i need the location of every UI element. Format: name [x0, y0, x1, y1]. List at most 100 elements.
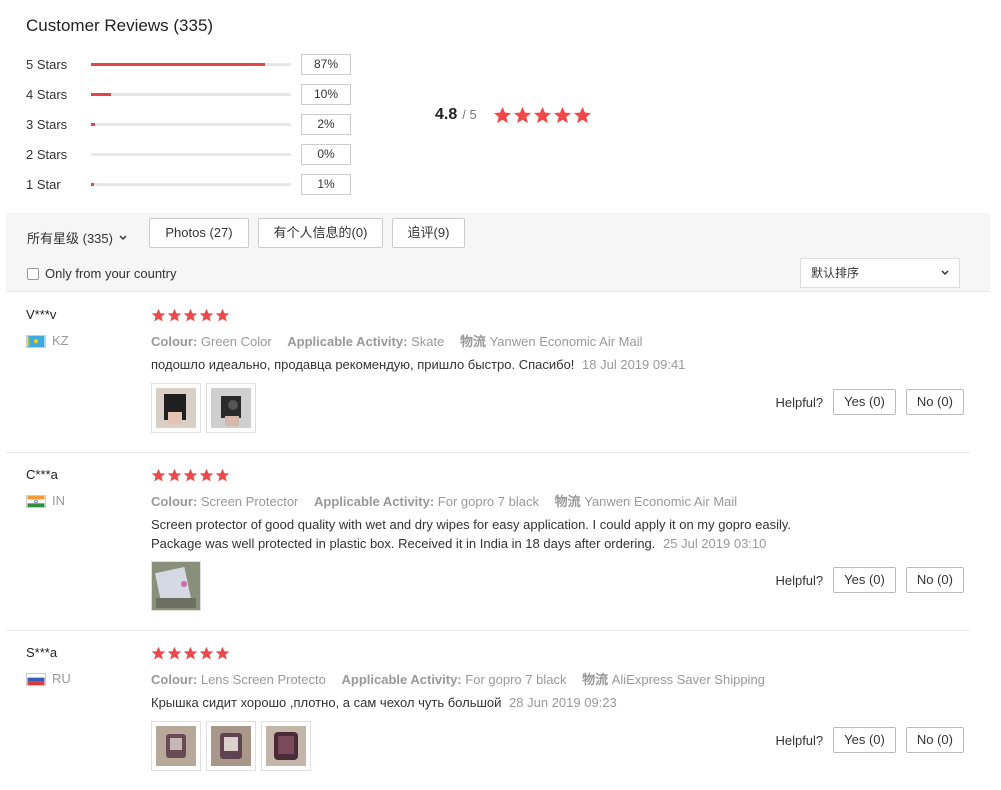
reviewer-country: KZ	[52, 333, 69, 348]
review-body: подошло идеально, продавца рекомендую, п…	[151, 357, 575, 372]
review-photos	[151, 721, 311, 771]
dist-label: 4 Stars	[26, 87, 68, 102]
review-photo[interactable]	[151, 561, 201, 611]
dist-percent: 0%	[301, 144, 351, 165]
colour-value: Screen Protector	[200, 494, 299, 509]
review-item: V***v KZ Colour: Green Color Applicable …	[6, 293, 970, 453]
helpful-controls: Helpful? Yes (0) No (0)	[775, 727, 964, 753]
dist-label: 2 Stars	[26, 147, 68, 162]
dist-row-2[interactable]: 2 Stars 0%	[26, 144, 356, 165]
star-icon	[553, 106, 572, 124]
star-icon	[199, 468, 214, 482]
flag-kz-icon	[26, 335, 46, 348]
country-filter-label: Only from your country	[45, 266, 177, 281]
helpful-yes-button[interactable]: Yes (0)	[833, 567, 896, 593]
activity-label: Applicable Activity:	[314, 494, 435, 509]
rating-filter-label: 所有星级 (335)	[27, 231, 113, 246]
star-icon	[167, 308, 182, 322]
helpful-no-button[interactable]: No (0)	[905, 389, 964, 415]
reviewer-name: S***a	[26, 645, 58, 660]
shipping-label: 物流	[554, 494, 581, 509]
helpful-controls: Helpful? Yes (0) No (0)	[775, 567, 964, 593]
filter-bar: 所有星级 (335) Photos (27) 有个人信息的(0) 追评(9) O…	[6, 213, 990, 292]
star-icon	[199, 308, 214, 322]
dist-label: 3 Stars	[26, 117, 68, 132]
dist-label: 1 Star	[26, 177, 61, 192]
dist-row-4[interactable]: 4 Stars 10%	[26, 84, 356, 105]
review-date: 25 Jul 2019 03:10	[663, 536, 767, 551]
activity-label: Applicable Activity:	[287, 334, 408, 349]
dist-bar-fill	[91, 93, 111, 96]
star-icon	[215, 308, 230, 322]
star-icon	[573, 106, 592, 124]
photos-filter-button[interactable]: Photos (27)	[149, 218, 249, 248]
dist-bar	[91, 183, 291, 186]
flag-in-icon	[26, 495, 46, 508]
shipping-label: 物流	[459, 334, 486, 349]
helpful-label: Helpful?	[775, 732, 824, 748]
country-checkbox[interactable]	[27, 267, 39, 280]
star-icon	[151, 646, 166, 660]
helpful-no-button[interactable]: No (0)	[905, 567, 964, 593]
activity-label: Applicable Activity:	[341, 672, 462, 687]
shipping-value: Yanwen Economic Air Mail	[489, 334, 643, 349]
average-value: 4.8	[435, 106, 458, 123]
review-photo[interactable]	[151, 721, 201, 771]
sort-dropdown[interactable]: 默认排序	[800, 258, 960, 288]
review-attributes: Colour: Screen Protector Applicable Acti…	[151, 491, 737, 510]
personal-info-filter-button[interactable]: 有个人信息的(0)	[258, 218, 383, 248]
chevron-down-icon	[941, 270, 949, 276]
sort-label: 默认排序	[811, 266, 860, 280]
dist-percent: 2%	[301, 114, 351, 135]
review-item: C***a IN Colour: Screen Protector Applic…	[6, 453, 970, 631]
star-icon	[183, 308, 198, 322]
review-date: 28 Jun 2019 09:23	[509, 695, 617, 710]
review-photo[interactable]	[261, 721, 311, 771]
helpful-yes-button[interactable]: Yes (0)	[833, 727, 896, 753]
review-text: Screen protector of good quality with we…	[151, 515, 841, 553]
average-stars	[493, 106, 592, 125]
review-photos	[151, 383, 256, 433]
review-photo[interactable]	[206, 721, 256, 771]
country-filter[interactable]: Only from your country	[27, 266, 177, 281]
star-icon	[513, 106, 532, 124]
flag-ru-icon	[26, 673, 46, 686]
review-item: S***a RU Colour: Lens Screen Protecto Ap…	[6, 631, 970, 790]
colour-label: Colour:	[151, 672, 198, 687]
dist-row-3[interactable]: 3 Stars 2%	[26, 114, 356, 135]
shipping-value: Yanwen Economic Air Mail	[584, 494, 738, 509]
shipping-label: 物流	[582, 672, 609, 687]
helpful-yes-button[interactable]: Yes (0)	[833, 389, 896, 415]
colour-value: Lens Screen Protecto	[200, 672, 326, 687]
dist-bar-fill	[91, 63, 265, 66]
helpful-controls: Helpful? Yes (0) No (0)	[775, 389, 964, 415]
review-photo[interactable]	[206, 383, 256, 433]
review-body: Крышка сидит хорошо ,плотно, а сам чехол…	[151, 695, 502, 710]
review-date: 18 Jul 2019 09:41	[582, 357, 686, 372]
colour-value: Green Color	[200, 334, 272, 349]
dist-row-5[interactable]: 5 Stars 87%	[26, 54, 356, 75]
shipping-value: AliExpress Saver Shipping	[611, 672, 765, 687]
review-stars	[151, 646, 230, 661]
dist-percent: 87%	[301, 54, 351, 75]
dist-label: 5 Stars	[26, 57, 68, 72]
dist-percent: 1%	[301, 174, 351, 195]
helpful-no-button[interactable]: No (0)	[905, 727, 964, 753]
star-icon	[215, 468, 230, 482]
dist-bar-fill	[91, 123, 95, 126]
star-icon	[151, 308, 166, 322]
review-photo[interactable]	[151, 383, 201, 433]
activity-value: For gopro 7 black	[437, 494, 539, 509]
review-text: Крышка сидит хорошо ,плотно, а сам чехол…	[151, 693, 851, 712]
dist-row-1[interactable]: 1 Star 1%	[26, 174, 356, 195]
star-icon	[215, 646, 230, 660]
dist-bar	[91, 153, 291, 156]
average-scale: / 5	[462, 107, 477, 122]
star-icon	[183, 646, 198, 660]
activity-value: Skate	[411, 334, 445, 349]
review-stars	[151, 308, 230, 323]
rating-filter-dropdown[interactable]: 所有星级 (335)	[27, 228, 127, 247]
review-photos	[151, 561, 201, 611]
reviewer-country: RU	[52, 671, 71, 686]
followup-filter-button[interactable]: 追评(9)	[392, 218, 465, 248]
